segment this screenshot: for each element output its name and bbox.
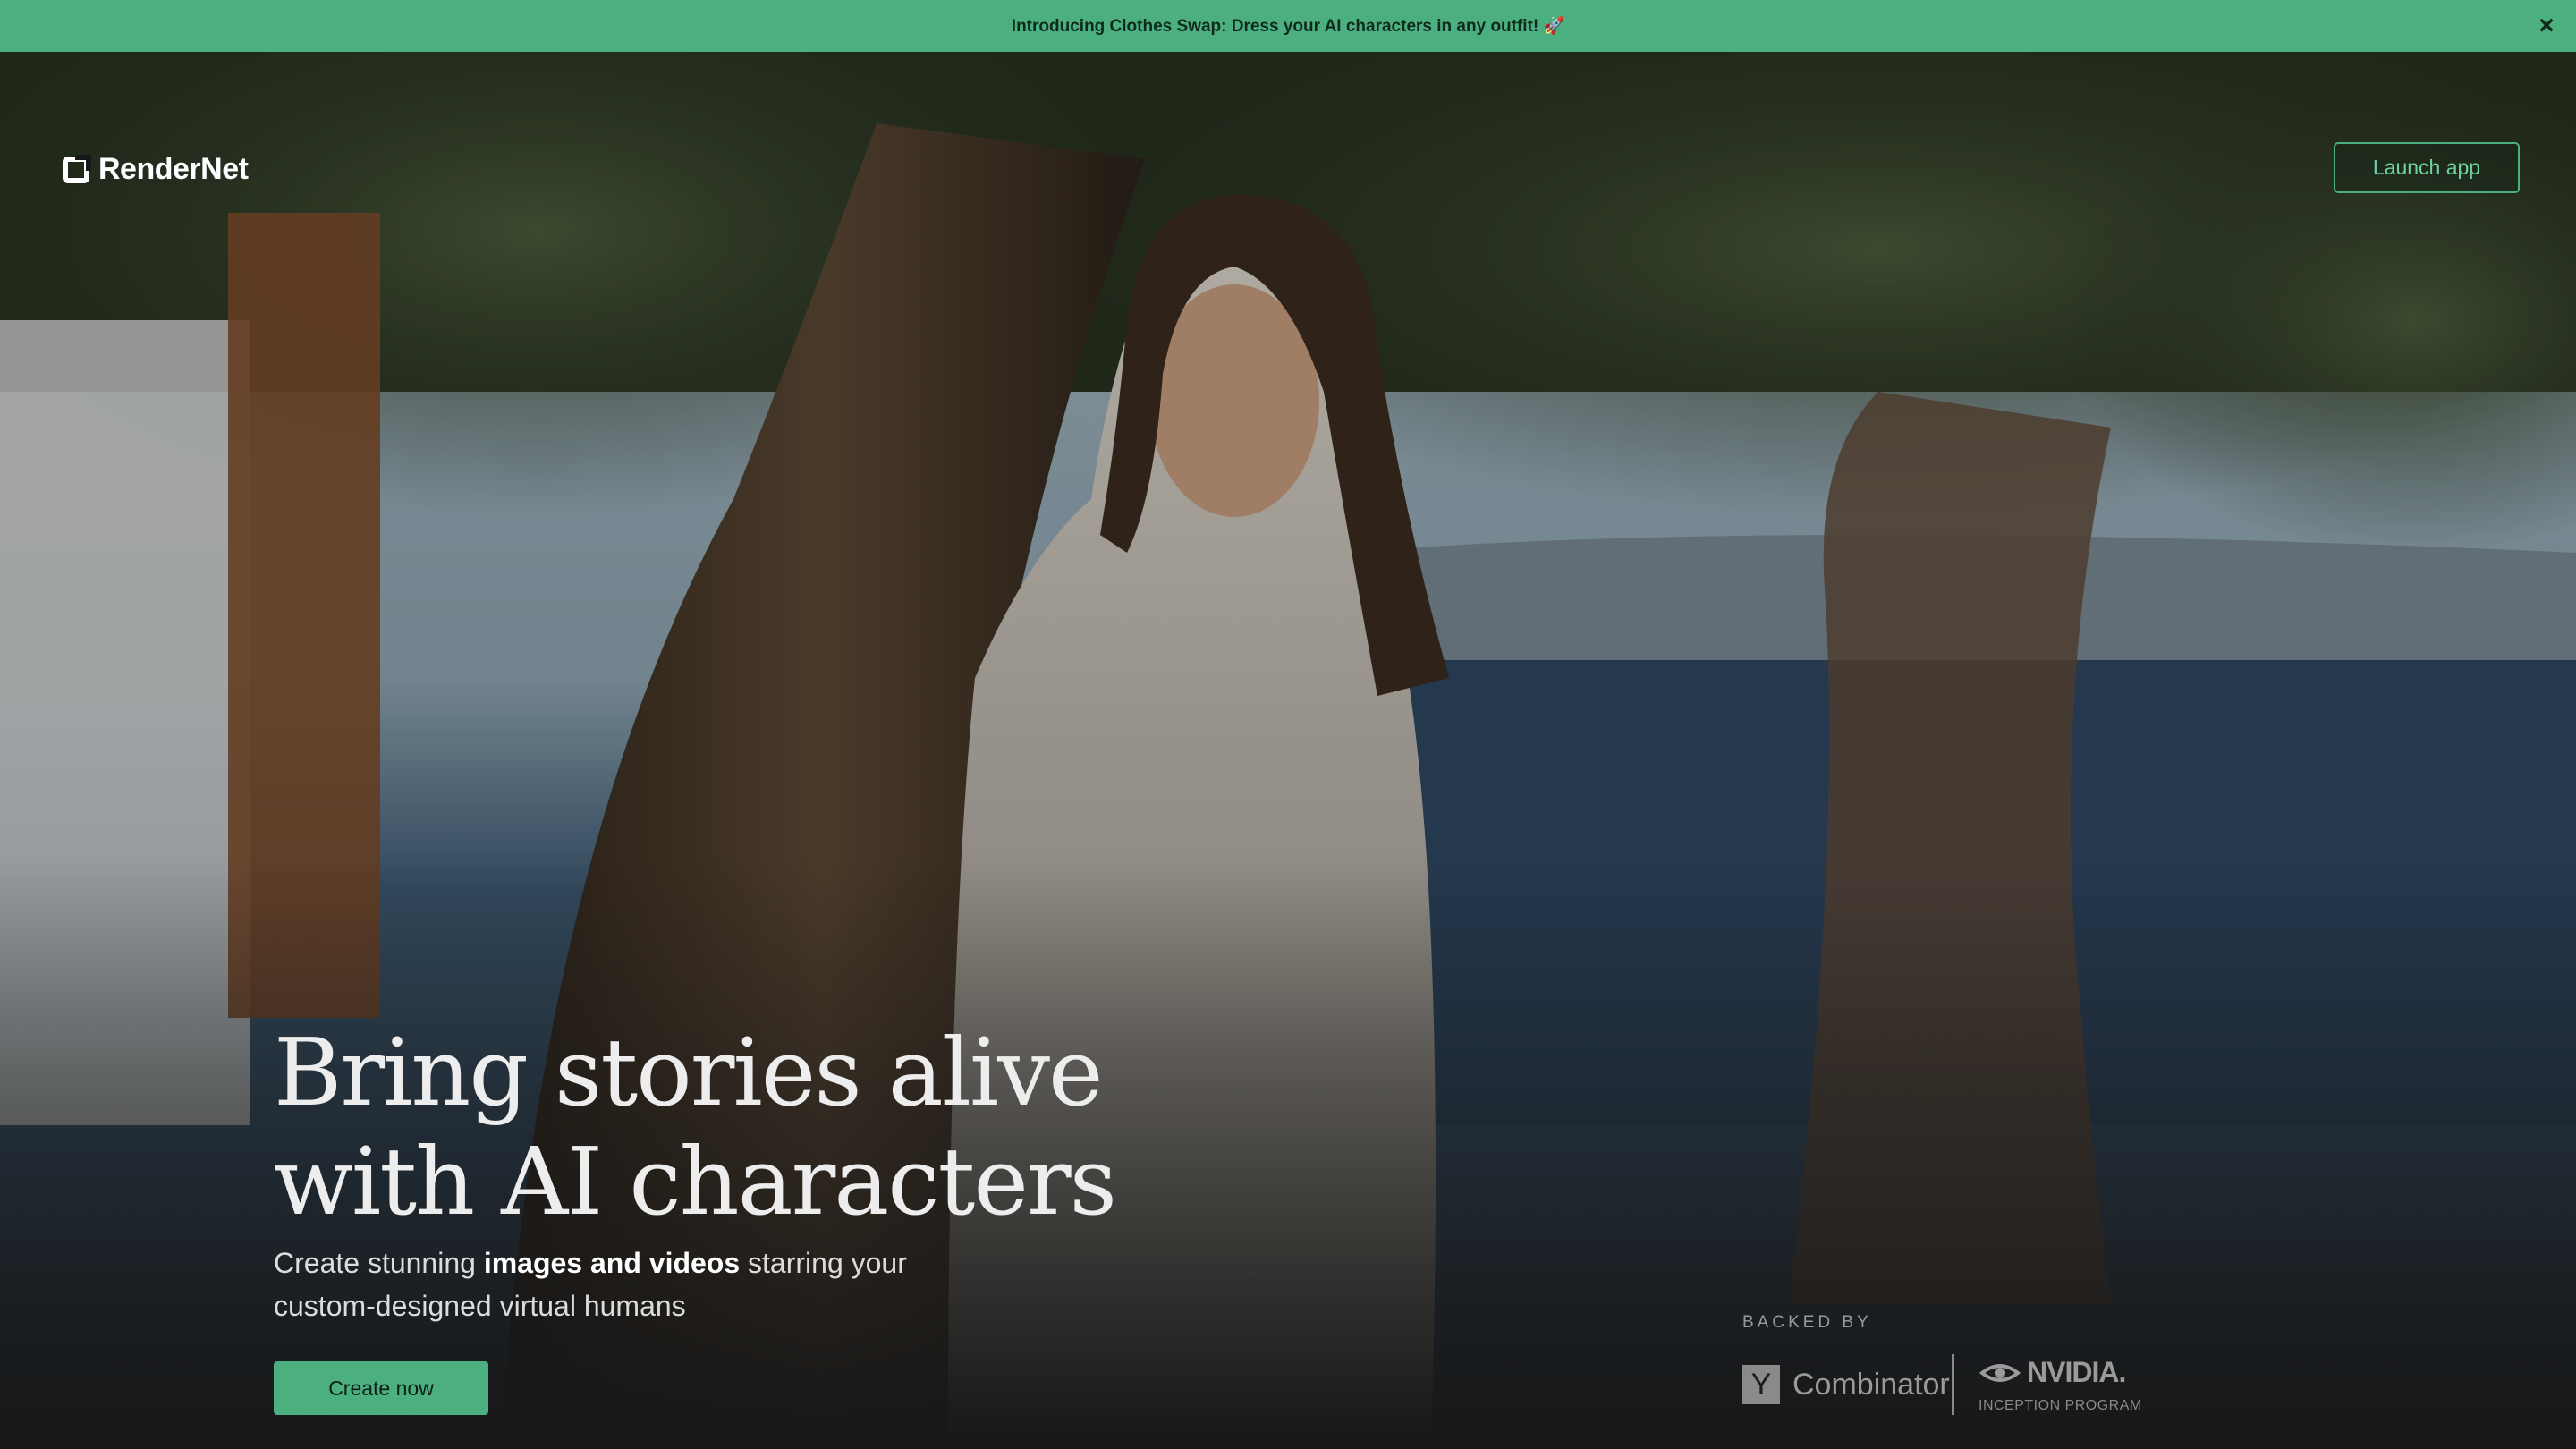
nvidia-inception-logo: NVIDIA. INCEPTION PROGRAM: [1979, 1356, 2142, 1414]
y-combinator-logo: Y Combinator: [1742, 1365, 1950, 1404]
subtitle-emphasis: images and videos: [483, 1247, 741, 1279]
announcement-banner: Introducing Clothes Swap: Dress your AI …: [0, 0, 2576, 52]
headline-line-2: with AI characters: [274, 1127, 1117, 1236]
launch-app-button[interactable]: Launch app: [2334, 142, 2520, 193]
subtitle-part-1: Create stunning: [274, 1247, 484, 1279]
backers-divider: [1952, 1354, 1954, 1415]
headline-line-1: Bring stories alive: [274, 1018, 1104, 1127]
logo-mark-icon: [63, 154, 91, 183]
hero-background-image: [0, 52, 2576, 1449]
logo-text: RenderNet: [98, 152, 249, 186]
rendernet-logo[interactable]: RenderNet: [63, 152, 249, 187]
yc-text: Combinator: [1792, 1367, 1950, 1402]
inception-program-text: INCEPTION PROGRAM: [1979, 1398, 2142, 1413]
hero-section: RenderNet Launch app Bring stories alive…: [0, 52, 2576, 1449]
announcement-text[interactable]: Introducing Clothes Swap: Dress your AI …: [1012, 15, 1564, 37]
backed-by-label: BACKED BY: [1742, 1313, 1872, 1332]
hero-headline: Bring stories alive with AI characters: [274, 1018, 1117, 1236]
close-icon[interactable]: ×: [2533, 13, 2560, 39]
hero-subtitle: Create stunning images and videos starri…: [274, 1241, 953, 1327]
create-now-button[interactable]: Create now: [274, 1361, 488, 1415]
nvidia-wordmark: NVIDIA.: [2027, 1356, 2126, 1388]
nvidia-eye-icon: [1979, 1363, 2021, 1382]
yc-letter-icon: Y: [1742, 1365, 1780, 1404]
